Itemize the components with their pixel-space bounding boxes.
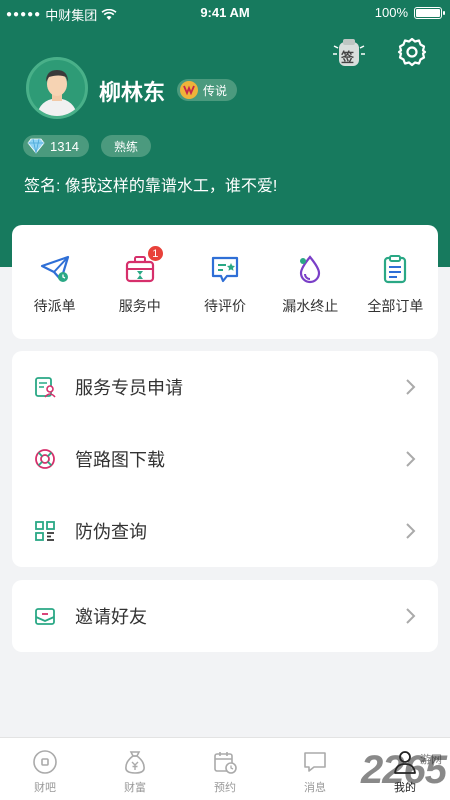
- chevron-right-icon: [406, 608, 416, 624]
- clipboard-icon: [379, 253, 411, 285]
- tab-messages[interactable]: 消息: [270, 738, 360, 800]
- orders-card: 待派单 1 服务中 待评价 漏水终止 全部订单: [12, 225, 438, 339]
- tab-wealth[interactable]: 财富: [90, 738, 180, 800]
- battery-percent: 100%: [374, 5, 408, 20]
- invite-card: 邀请好友: [12, 580, 438, 652]
- order-label: 服务中: [118, 298, 161, 314]
- mail-invite-icon: [35, 608, 55, 625]
- tab-label: 消息: [304, 782, 326, 794]
- services-menu-card: 服务专员申请 管路图下载 防伪查询: [12, 351, 438, 567]
- gear-icon: [397, 37, 427, 67]
- menu-invite-friends[interactable]: 邀请好友: [12, 580, 438, 652]
- specialist-apply-icon: [35, 377, 56, 398]
- menu-label: 服务专员申请: [75, 378, 183, 398]
- in-service-count-badge: 1: [146, 245, 164, 262]
- skill-level-badge: 熟练: [101, 135, 152, 157]
- rank-label: 传说: [203, 83, 228, 98]
- sign-in-label: 签: [341, 50, 355, 65]
- rank-badge: 传说: [177, 79, 238, 101]
- order-pending-dispatch[interactable]: 待派单: [12, 225, 97, 339]
- briefcase-icon: 1: [124, 245, 164, 285]
- settings-button[interactable]: [396, 36, 428, 68]
- menu-pipeline-download[interactable]: 管路图下载: [12, 423, 438, 495]
- chevron-right-icon: [406, 379, 416, 395]
- battery-icon: [414, 6, 445, 19]
- review-chat-icon: [209, 253, 241, 285]
- tab-caiba[interactable]: 财吧: [0, 738, 90, 800]
- tab-label: 财吧: [34, 782, 56, 794]
- order-label: 漏水终止: [282, 298, 339, 314]
- skill-level-label: 熟练: [114, 139, 139, 154]
- menu-label: 邀请好友: [75, 607, 147, 627]
- username: 柳林东: [99, 80, 166, 105]
- avatar[interactable]: [26, 57, 88, 119]
- water-drop-icon: [294, 253, 326, 285]
- site-watermark-sub: 游网: [420, 754, 442, 766]
- order-label: 待评价: [204, 298, 246, 314]
- tab-appointment[interactable]: 预约: [180, 738, 270, 800]
- order-all[interactable]: 全部订单: [353, 225, 438, 339]
- daily-sign-in-button[interactable]: 签: [331, 36, 367, 68]
- order-label: 全部订单: [367, 298, 424, 314]
- chevron-right-icon: [406, 451, 416, 467]
- message-icon: [304, 752, 326, 772]
- order-label: 待派单: [33, 298, 76, 314]
- user-avatar-icon: [37, 70, 77, 116]
- menu-anti-counterfeit[interactable]: 防伪查询: [12, 495, 438, 567]
- order-in-service[interactable]: 1 服务中: [97, 225, 182, 339]
- coin-icon: [33, 750, 57, 774]
- tab-label: 财富: [124, 782, 146, 794]
- diamond-icon: [27, 138, 45, 154]
- menu-specialist-application[interactable]: 服务专员申请: [12, 351, 438, 423]
- user-signature: 签名: 像我这样的靠谱水工，谁不爱!: [24, 178, 278, 195]
- lifebuoy-icon: [35, 449, 55, 469]
- order-leak-terminated[interactable]: 漏水终止: [268, 225, 353, 339]
- calendar-icon: [214, 752, 237, 774]
- rank-medal-icon: [180, 81, 198, 99]
- points-chip[interactable]: 1314: [23, 135, 89, 157]
- points-value: 1314: [50, 138, 79, 154]
- status-bar: ●●●●● 中财集团 9:41 AM 100%: [0, 0, 450, 26]
- paper-plane-icon: [39, 253, 71, 285]
- qr-code-icon: [35, 521, 55, 541]
- chevron-right-icon: [406, 523, 416, 539]
- order-pending-review[interactable]: 待评价: [182, 225, 267, 339]
- money-bag-icon: [125, 751, 145, 774]
- menu-label: 管路图下载: [75, 450, 165, 470]
- menu-label: 防伪查询: [75, 522, 147, 542]
- tab-label: 预约: [214, 782, 236, 794]
